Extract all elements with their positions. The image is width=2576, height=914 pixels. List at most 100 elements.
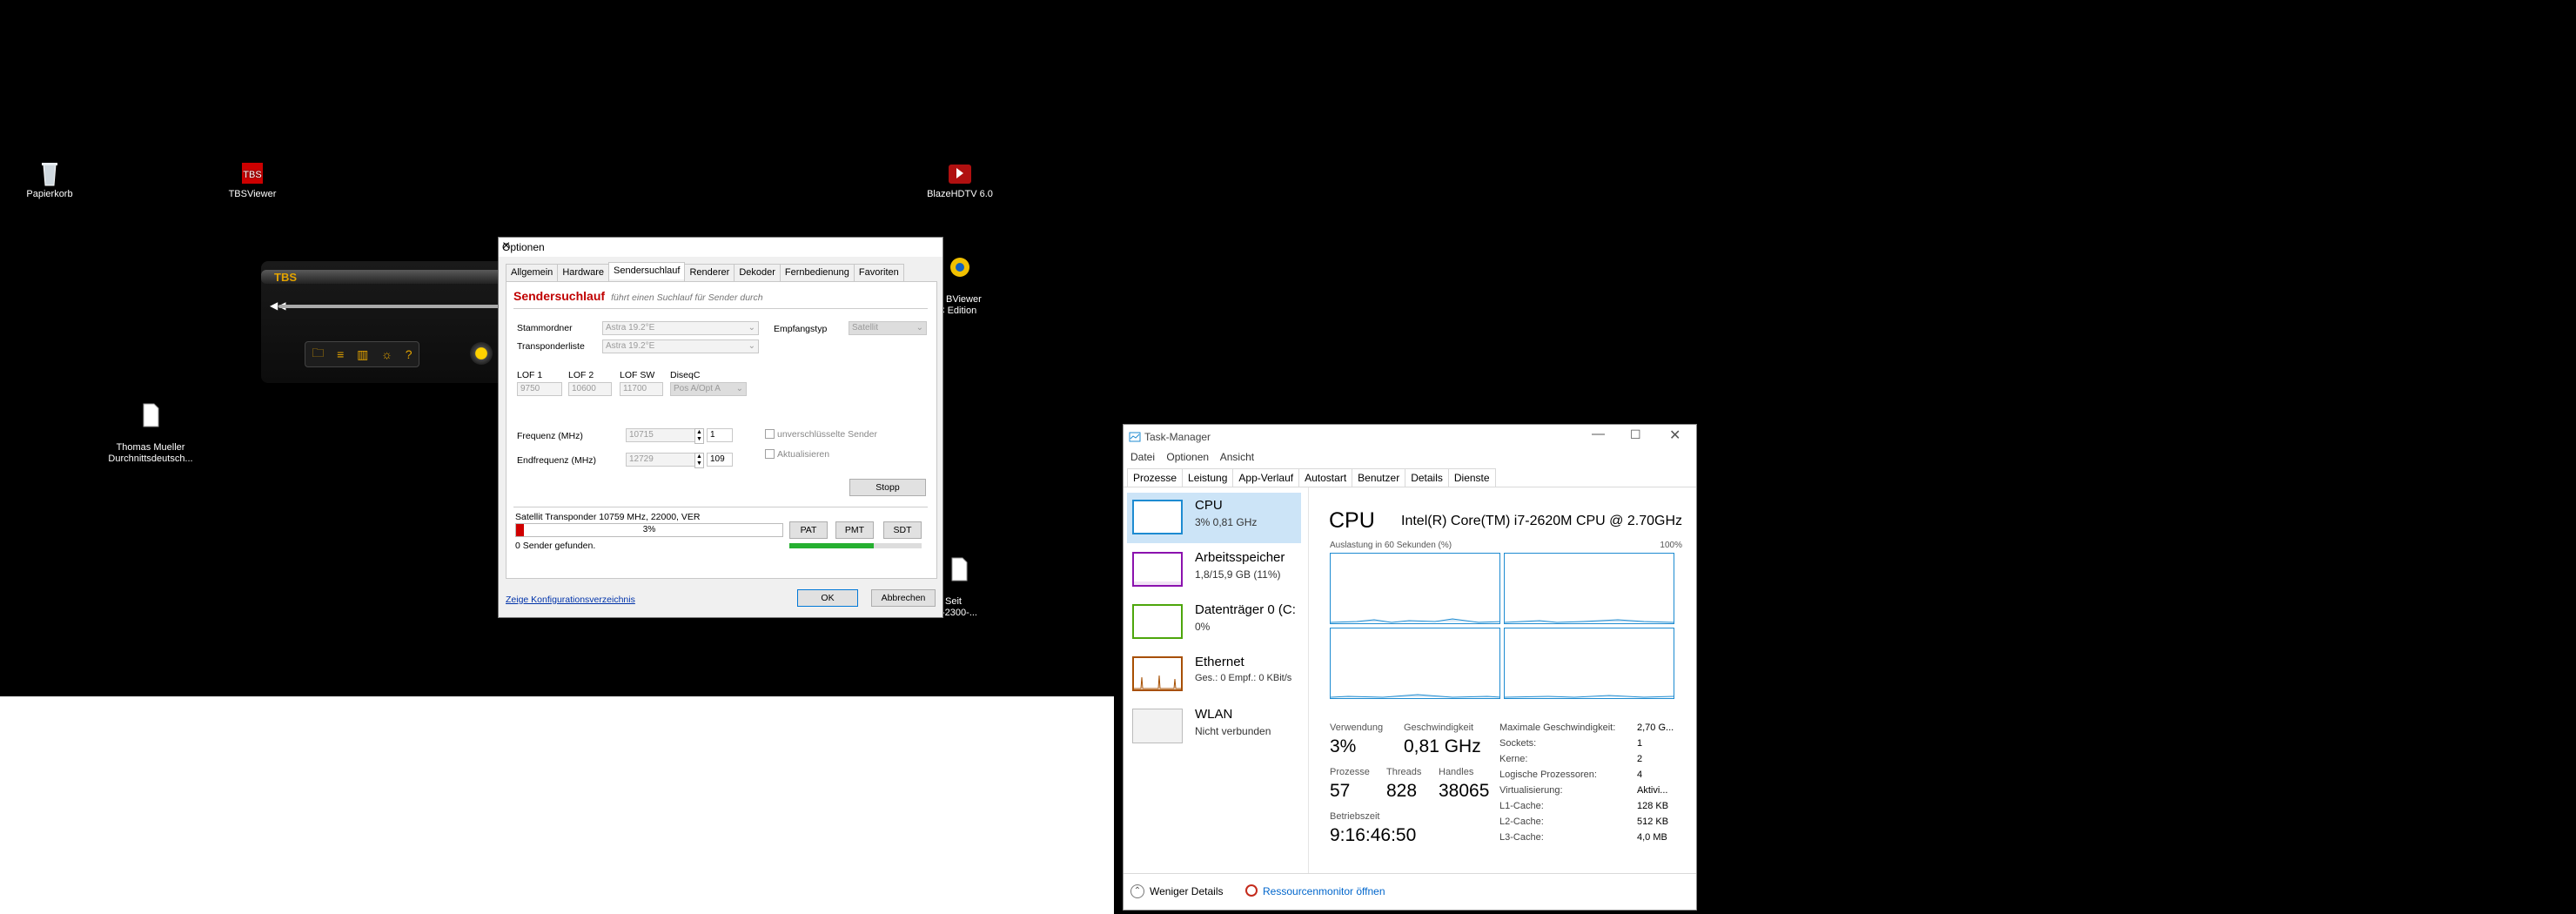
spec-row: Virtualisierung: Aktivi...	[1499, 785, 1691, 801]
tbs-player-window[interactable]: TBS ◀◀ 🗀 ≡ ▥ ☼ ?	[261, 261, 522, 383]
tab-dekoder[interactable]: Dekoder	[734, 264, 781, 281]
minimize-icon[interactable]: —	[1592, 427, 1605, 441]
list-icon[interactable]: ≡	[337, 347, 344, 361]
scan-progress-label: 3%	[642, 525, 656, 534]
tab-fernbedienung[interactable]: Fernbedienung	[779, 264, 855, 281]
tab-leistung[interactable]: Leistung	[1182, 468, 1234, 487]
spec-value: 4,0 MB	[1637, 832, 1667, 843]
tab-hardware[interactable]: Hardware	[557, 264, 609, 281]
tab-allgemein[interactable]: Allgemein	[506, 264, 559, 281]
transponderliste-select[interactable]: Astra 19.2°E ⌄	[602, 339, 759, 353]
aktualisieren-label: Aktualisieren	[777, 449, 830, 460]
config-folder-link[interactable]: Zeige Konfigurationsverzeichnis	[506, 595, 635, 605]
sidebar-item-label: Ethernet	[1195, 655, 1244, 669]
graph-max-label: 100%	[1660, 541, 1682, 550]
spec-row: Logische Prozessoren: 4	[1499, 770, 1691, 785]
tab-app-verlauf[interactable]: App-Verlauf	[1232, 468, 1300, 487]
brightness-icon[interactable]: ☼	[381, 347, 392, 361]
sidebar-divider	[1308, 487, 1309, 873]
verwendung-label: Verwendung	[1330, 722, 1384, 733]
diseqc-select[interactable]: Pos A/Opt A ⌄	[670, 382, 747, 396]
scan-progress-bar: 3%	[515, 523, 783, 537]
cpu-graph-line	[1505, 619, 1674, 623]
optionen-dialog: Optionen × Allgemein Hardware Sendersuch…	[498, 237, 943, 618]
tab-sendersuchlauf[interactable]: Sendersuchlauf	[608, 262, 686, 279]
spec-row: L1-Cache: 128 KB	[1499, 801, 1691, 817]
player-seek-bar[interactable]	[278, 305, 518, 308]
endfrequenz-spinner[interactable]: ▲ ▼	[694, 453, 704, 468]
svg-text:TBS: TBS	[243, 170, 261, 180]
memory-thumbnail	[1132, 552, 1183, 587]
sidebar-item-wlan[interactable]: WLAN Nicht verbunden	[1127, 702, 1301, 752]
ressourcenmonitor-link[interactable]: Ressourcenmonitor öffnen	[1263, 885, 1385, 897]
tab-renderer[interactable]: Renderer	[684, 264, 735, 281]
desktop-icon-thomas-mueller[interactable]: Thomas Mueller Durchnittsdeutsch...	[103, 390, 198, 465]
tab-dienste[interactable]: Dienste	[1447, 468, 1496, 487]
sendersuchlauf-panel: Sendersuchlauf führt einen Suchlauf für …	[506, 281, 937, 579]
aktualisieren-checkbox[interactable]	[765, 449, 775, 459]
cpu-core-graph	[1504, 553, 1674, 624]
spec-value: 4	[1637, 770, 1643, 780]
sidebar-item-datentraeger[interactable]: Datenträger 0 (C: 0%	[1127, 597, 1301, 648]
unverschluesselt-checkbox[interactable]	[765, 429, 775, 439]
ok-button[interactable]: OK	[797, 589, 858, 607]
stammordner-select[interactable]: Astra 19.2°E ⌄	[602, 321, 759, 335]
dialog-title-bar: Optionen ×	[499, 238, 943, 257]
close-icon[interactable]: ✕	[1669, 427, 1680, 444]
spec-row: Sockets: 1	[1499, 738, 1691, 754]
sidebar-item-label: WLAN	[1195, 707, 1233, 722]
dialog-tabs: Allgemein Hardware Sendersuchlauf Render…	[506, 262, 904, 281]
frequenz-spinner[interactable]: ▲ ▼	[694, 428, 704, 444]
blazehdtv-icon	[949, 165, 971, 184]
chevron-up-icon[interactable]: ⌃	[1130, 884, 1144, 898]
tab-details[interactable]: Details	[1405, 468, 1449, 487]
close-icon[interactable]: ×	[502, 239, 936, 254]
desktop-icon-papierkorb[interactable]: Papierkorb	[2, 159, 97, 200]
task-manager-footer: ⌃ Weniger Details Ressourcenmonitor öffn…	[1124, 873, 1696, 911]
lof2-input[interactable]: 10600	[568, 382, 612, 396]
desktop-icon-tbsviewer[interactable]: TBS TBSViewer	[205, 159, 300, 200]
window-title: Task-Manager	[1144, 431, 1211, 443]
spec-value: Aktivi...	[1637, 785, 1668, 796]
folder-icon[interactable]: 🗀	[312, 344, 324, 365]
equalizer-icon[interactable]: ▥	[357, 347, 368, 362]
cpu-core-graph	[1330, 628, 1500, 699]
frequenz-input[interactable]: 10715	[626, 428, 695, 442]
pmt-button[interactable]: PMT	[835, 521, 874, 539]
geschwindigkeit-label: Geschwindigkeit	[1404, 722, 1474, 733]
endfrequenz-step-input[interactable]: 109	[707, 453, 733, 467]
tab-benutzer[interactable]: Benutzer	[1352, 468, 1406, 487]
prozesse-label: Prozesse	[1330, 767, 1370, 777]
sdt-button[interactable]: SDT	[883, 521, 922, 539]
abbrechen-button[interactable]: Abbrechen	[871, 589, 936, 607]
stopp-button[interactable]: Stopp	[849, 479, 926, 496]
help-icon[interactable]: ?	[406, 347, 413, 361]
sidebar-item-ethernet[interactable]: Ethernet Ges.: 0 Empf.: 0 KBit/s	[1127, 649, 1301, 700]
menu-ansicht[interactable]: Ansicht	[1220, 451, 1254, 463]
tab-favoriten[interactable]: Favoriten	[853, 264, 904, 281]
maximize-icon[interactable]: ☐	[1630, 427, 1641, 442]
menu-optionen[interactable]: Optionen	[1166, 451, 1209, 463]
betriebszeit-label: Betriebszeit	[1330, 811, 1380, 822]
tab-prozesse[interactable]: Prozesse	[1127, 468, 1184, 487]
sidebar-item-label: Datenträger 0 (C:	[1195, 602, 1296, 617]
sidebar-item-label: Arbeitsspeicher	[1195, 550, 1285, 565]
lofsw-input[interactable]: 11700	[620, 382, 663, 396]
player-volume-knob[interactable]	[470, 342, 493, 365]
sidebar-item-arbeitsspeicher[interactable]: Arbeitsspeicher 1,8/15,9 GB (11%)	[1127, 545, 1301, 595]
empfangstyp-select[interactable]: Satellit ⌄	[849, 321, 927, 335]
frequenz-step-input[interactable]: 1	[707, 428, 733, 442]
spec-row: L2-Cache: 512 KB	[1499, 817, 1691, 832]
graph-caption: Auslastung in 60 Sekunden (%)	[1330, 541, 1452, 550]
sidebar-item-cpu[interactable]: CPU 3% 0,81 GHz	[1127, 493, 1301, 543]
tab-autostart[interactable]: Autostart	[1298, 468, 1353, 487]
desktop-icon-blazehdtv[interactable]: BlazeHDTV 6.0	[912, 159, 1008, 200]
frequenz-label: Frequenz (MHz)	[517, 431, 583, 441]
endfrequenz-input[interactable]: 12729	[626, 453, 695, 467]
menu-datei[interactable]: Datei	[1130, 451, 1155, 463]
pat-button[interactable]: PAT	[789, 521, 828, 539]
weniger-details-link[interactable]: Weniger Details	[1150, 885, 1223, 897]
desktop-icon-label: BlazeHDTV 6.0	[927, 189, 993, 199]
lof1-input[interactable]: 9750	[517, 382, 562, 396]
empfangstyp-label: Empfangstyp	[774, 324, 828, 334]
